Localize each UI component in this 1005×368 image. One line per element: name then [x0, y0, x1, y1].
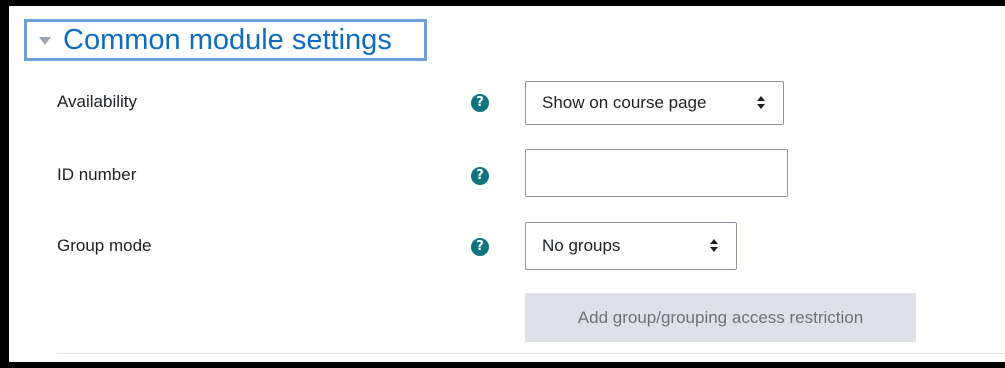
id-number-input[interactable]: [525, 149, 788, 197]
section-header-common-module-settings[interactable]: Common module settings: [24, 19, 427, 61]
caret-down-icon[interactable]: [39, 37, 51, 45]
group-mode-select[interactable]: No groups: [525, 222, 737, 270]
availability-help-icon[interactable]: ?: [471, 94, 489, 112]
id-number-label: ID number: [57, 165, 137, 184]
group-mode-label: Group mode: [57, 236, 152, 255]
divider: [57, 353, 1005, 354]
group-mode-select-value: No groups: [542, 236, 621, 255]
settings-panel: Common module settings Availability ? Sh…: [9, 6, 1005, 362]
availability-select-value: Show on course page: [542, 93, 707, 112]
availability-select[interactable]: Show on course page: [525, 81, 784, 125]
select-arrows-icon: [710, 237, 720, 255]
select-arrows-icon: [757, 94, 767, 112]
group-mode-help-icon[interactable]: ?: [471, 238, 489, 256]
id-number-help-icon[interactable]: ?: [471, 167, 489, 185]
section-title[interactable]: Common module settings: [63, 25, 392, 55]
availability-label: Availability: [57, 92, 138, 111]
add-group-restriction-button[interactable]: Add group/grouping access restriction: [525, 293, 916, 342]
